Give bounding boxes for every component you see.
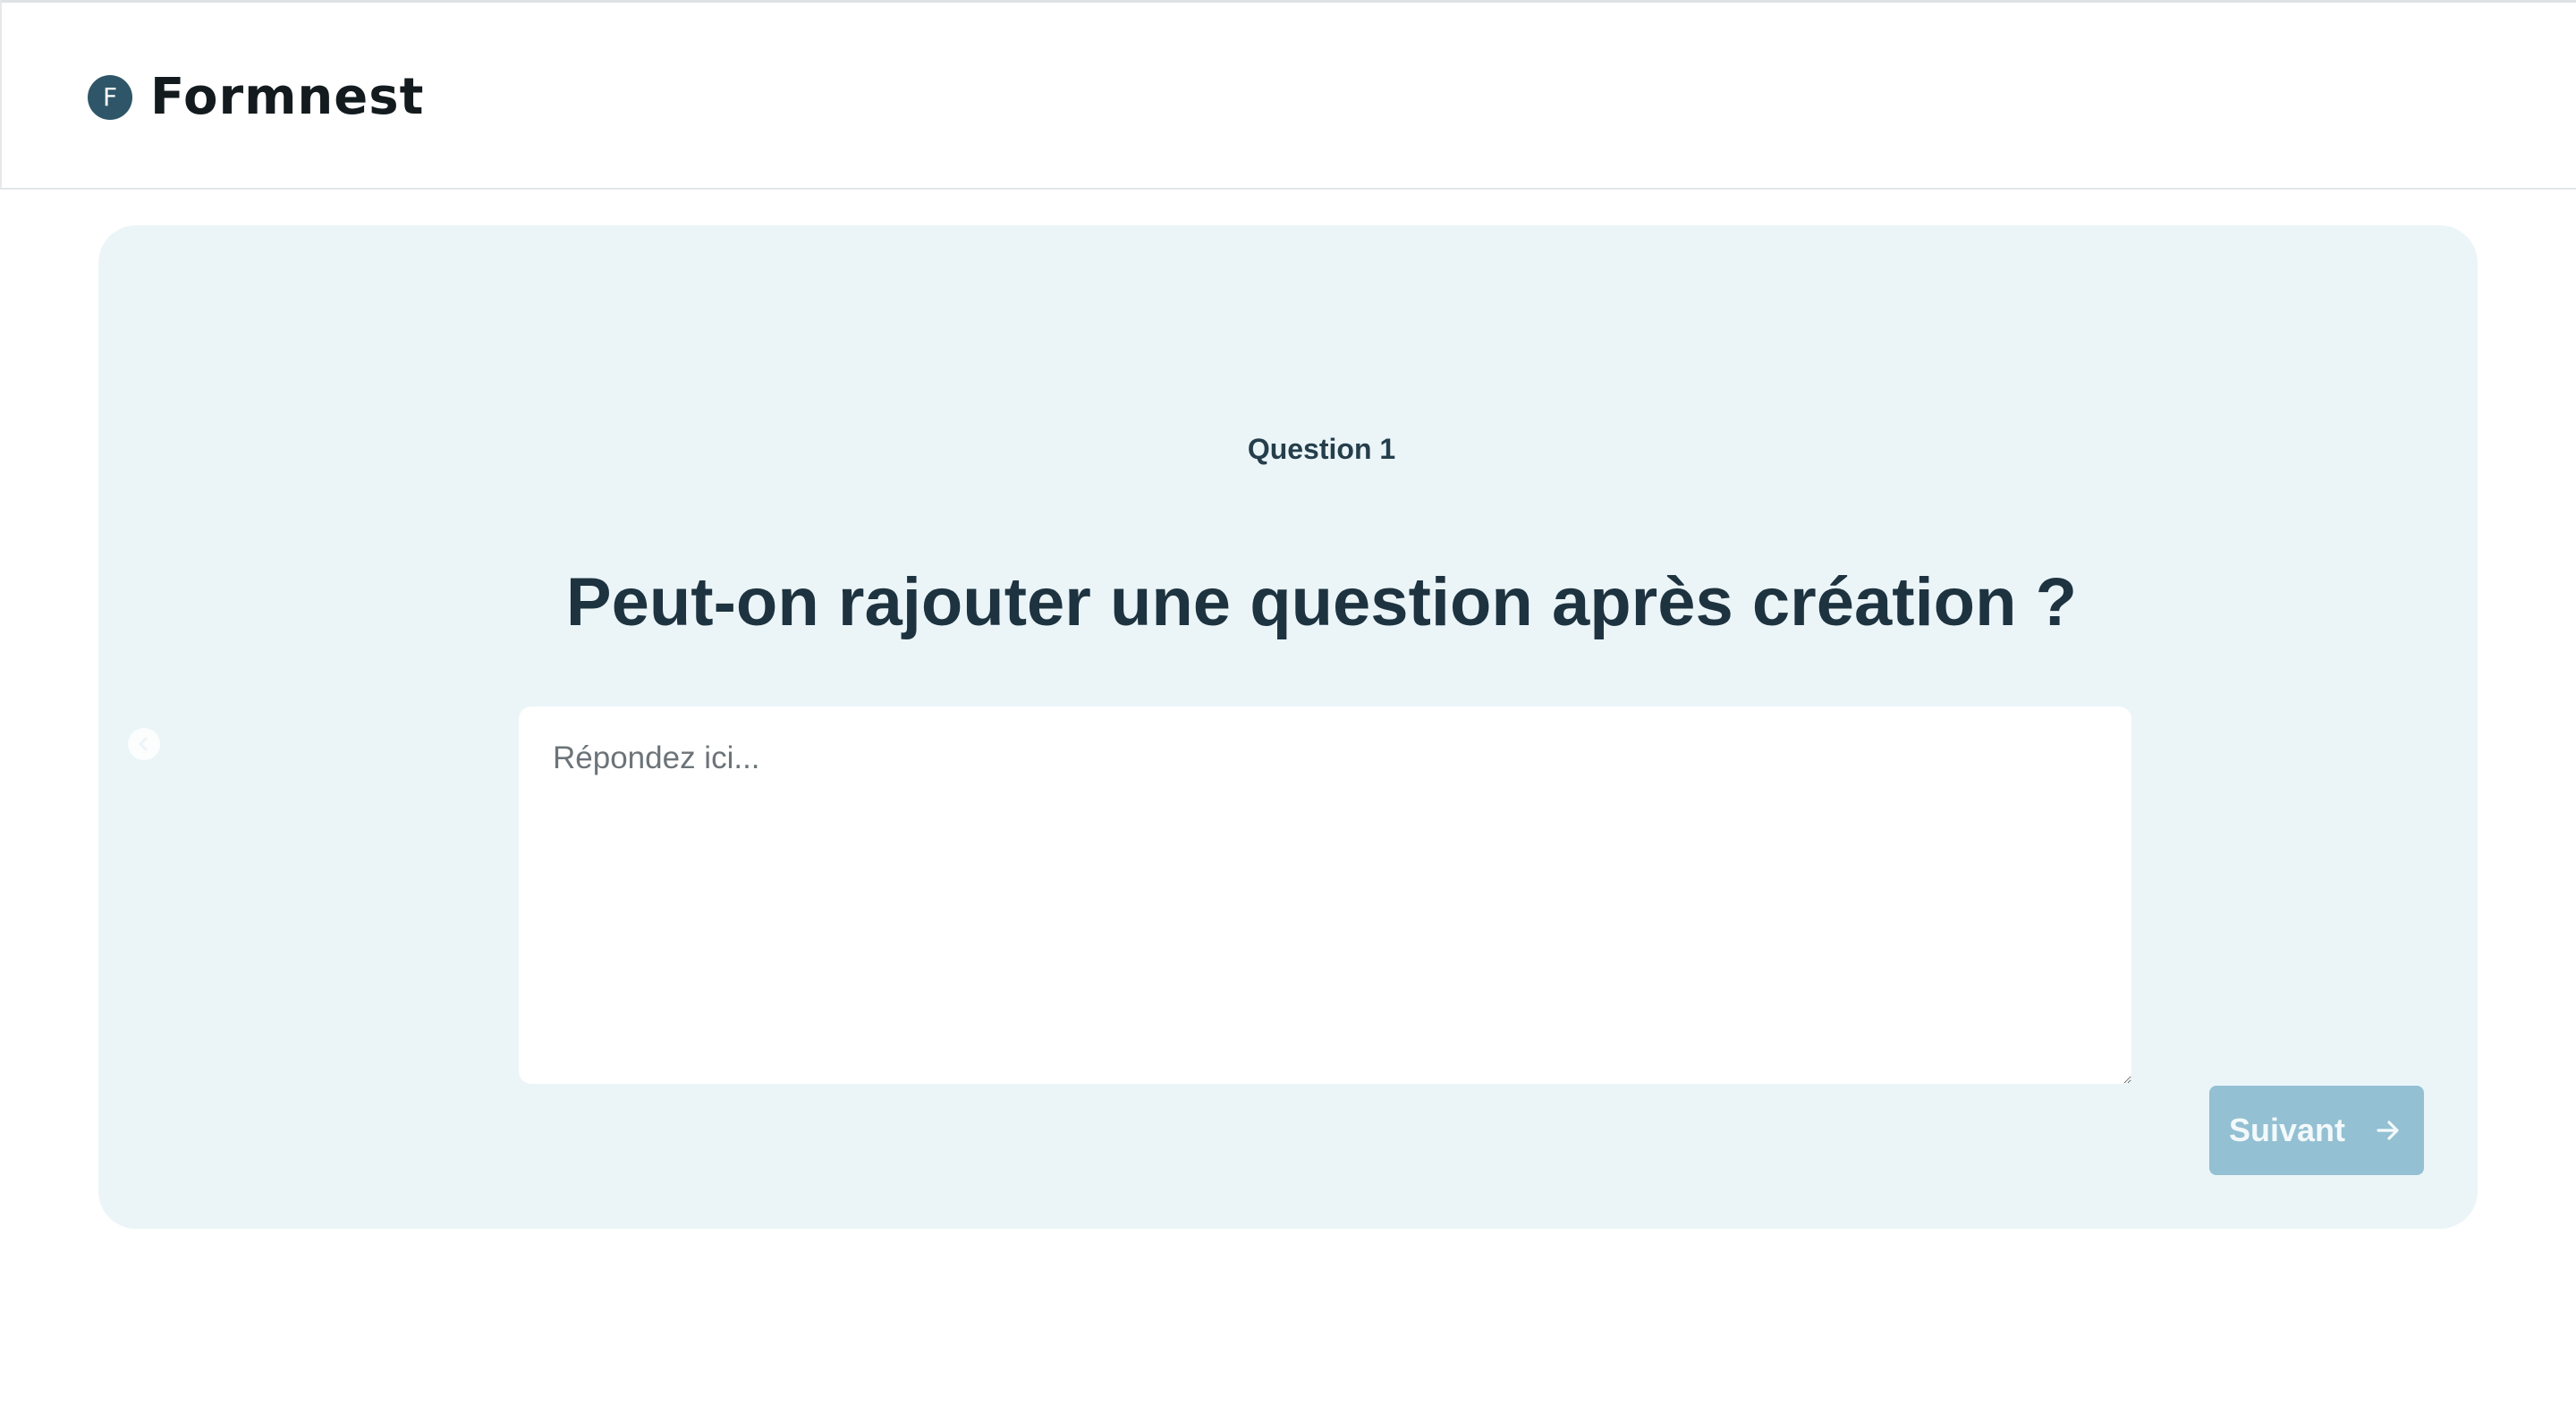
question-number: Question 1 (1247, 433, 1396, 465)
question-title: Peut-on rajouter une question après créa… (565, 564, 2078, 640)
answer-field-wrapper (519, 706, 2131, 1084)
top-header: F Formnest (0, 0, 2576, 190)
next-button-label: Suivant (2229, 1112, 2346, 1148)
next-button[interactable]: Suivant (2209, 1086, 2424, 1175)
answer-textarea[interactable] (519, 706, 2131, 1084)
arrow-right-icon (2372, 1114, 2404, 1146)
chevron-left-circle-icon (139, 737, 148, 751)
logo-badge-icon: F (88, 75, 132, 120)
brand-name: Formnest (150, 68, 425, 126)
previous-question-button[interactable] (128, 728, 160, 760)
form-page: F Formnest Question 1 Peut-on rajouter u… (0, 0, 2576, 1413)
brand-logo[interactable]: F Formnest (88, 69, 424, 126)
question-card: Question 1 Peut-on rajouter une question… (98, 225, 2478, 1229)
